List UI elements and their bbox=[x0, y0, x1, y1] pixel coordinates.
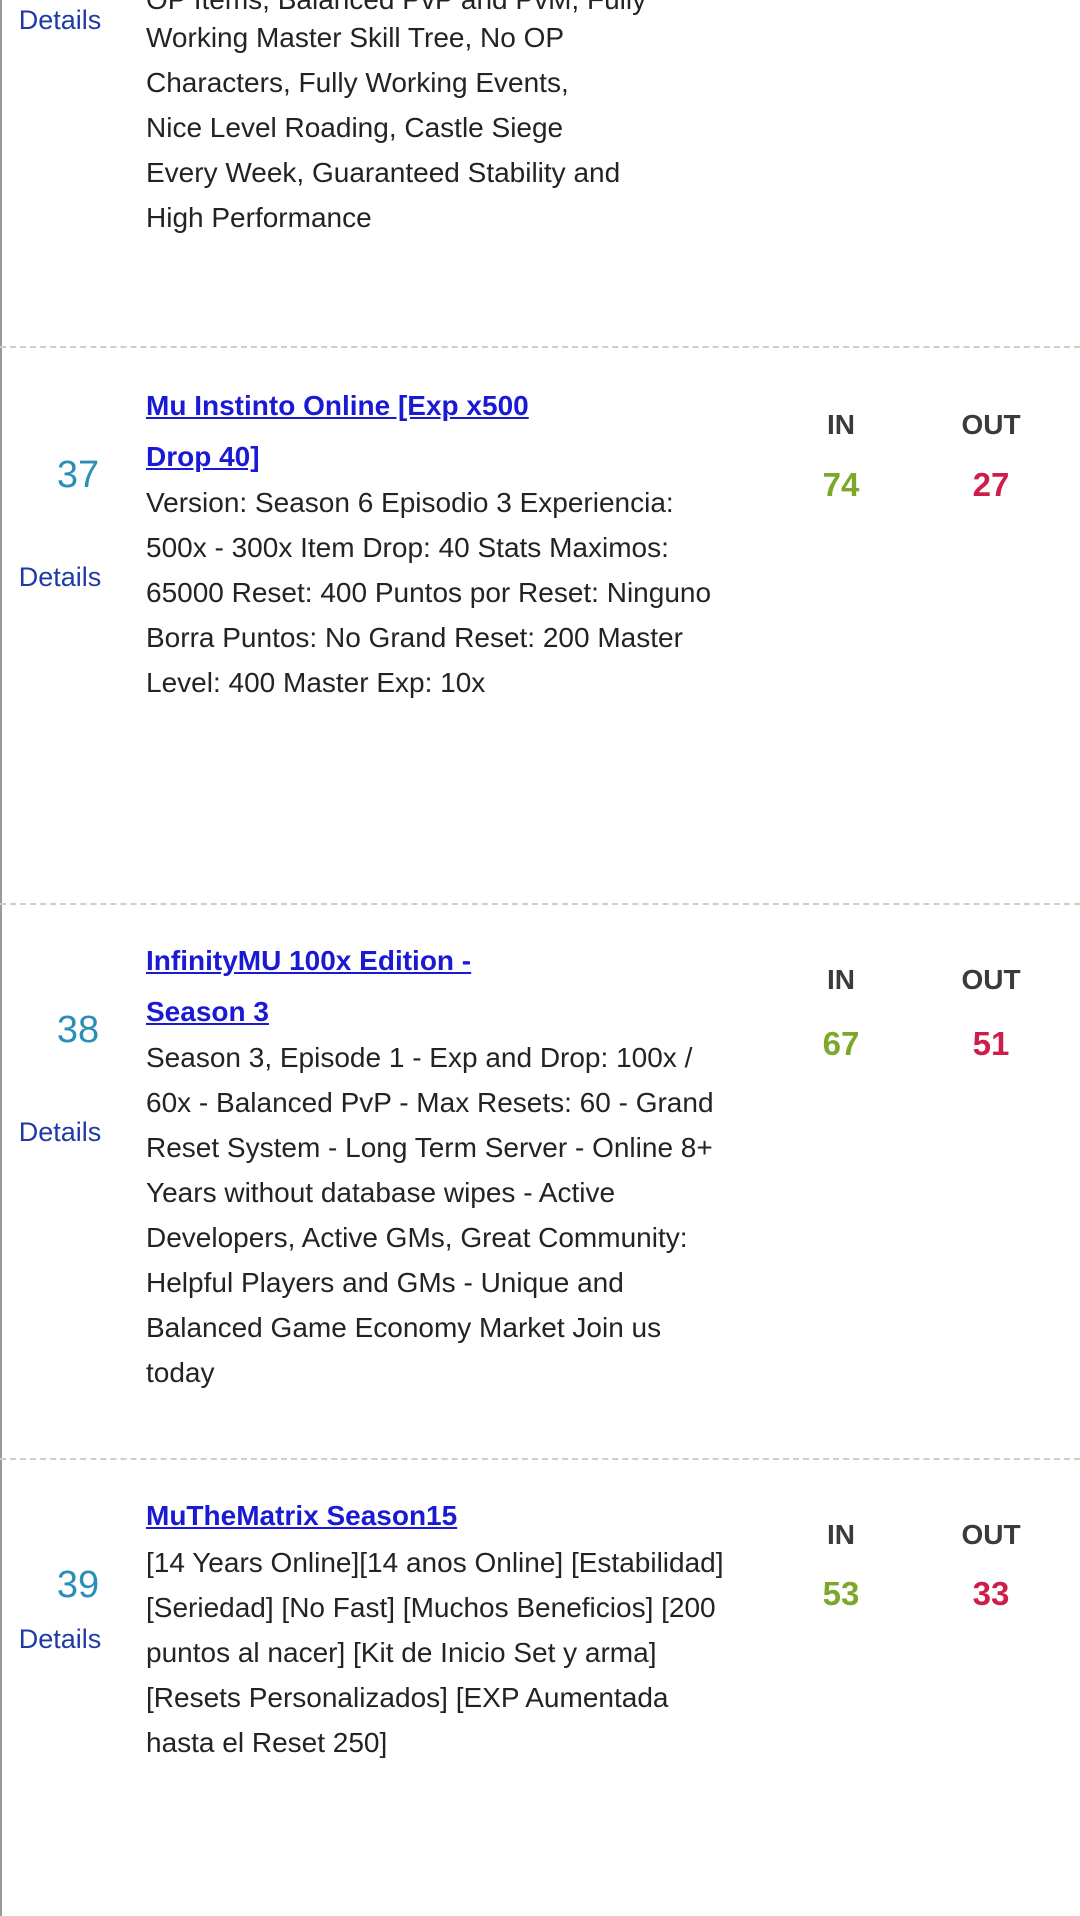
rank-number: 37 bbox=[56, 454, 100, 496]
in-count: 53 bbox=[822, 1575, 860, 1612]
out-count: 33 bbox=[972, 1575, 1010, 1612]
in-header: IN bbox=[827, 964, 855, 995]
details-link[interactable]: Details bbox=[0, 1624, 125, 1655]
row-divider bbox=[0, 1458, 1080, 1460]
out-count: 51 bbox=[972, 1025, 1010, 1062]
row-divider bbox=[0, 903, 1080, 905]
server-title-link[interactable]: InfinityMU 100x Edition - Season 3 bbox=[146, 935, 546, 1037]
in-header: IN bbox=[827, 409, 855, 440]
in-header: IN bbox=[827, 1519, 855, 1550]
details-link[interactable]: Details bbox=[0, 5, 125, 36]
out-count: 27 bbox=[972, 466, 1010, 503]
in-count: 74 bbox=[822, 466, 860, 503]
server-description: Working Master Skill Tree, No OP Charact… bbox=[146, 22, 621, 233]
row-divider bbox=[0, 346, 1080, 348]
server-description: [14 Years Online][14 anos Online] [Estab… bbox=[146, 1547, 724, 1758]
server-title-link[interactable]: MuTheMatrix Season15 bbox=[146, 1490, 566, 1541]
server-title-link[interactable]: Mu Instinto Online [Exp x500 Drop 40] bbox=[146, 380, 566, 482]
server-description: Version: Season 6 Episodio 3 Experiencia… bbox=[146, 487, 712, 698]
server-description: Season 3, Episode 1 - Exp and Drop: 100x… bbox=[146, 1042, 714, 1388]
rank-number: 39 bbox=[56, 1564, 100, 1606]
rank-number: 38 bbox=[56, 1009, 100, 1051]
out-header: OUT bbox=[961, 1519, 1021, 1550]
out-header: OUT bbox=[961, 409, 1021, 440]
details-link[interactable]: Details bbox=[0, 1117, 125, 1148]
out-header: OUT bbox=[961, 964, 1021, 995]
details-link[interactable]: Details bbox=[0, 562, 125, 593]
in-count: 67 bbox=[822, 1025, 860, 1062]
